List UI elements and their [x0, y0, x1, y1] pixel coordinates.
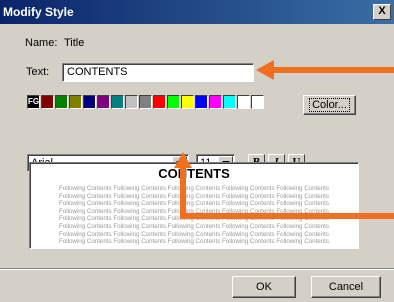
color-swatch[interactable] — [111, 95, 124, 109]
color-swatch[interactable] — [69, 95, 82, 109]
modify-style-dialog: Modify Style X Name: Title Text: CONTENT… — [0, 0, 394, 302]
ok-button[interactable]: OK — [232, 276, 296, 298]
preview-body-text: Following Contents Following Contents Fo… — [59, 185, 329, 246]
dialog-title: Modify Style — [3, 5, 74, 19]
style-preview: CONTENTS Following Contents Following Co… — [29, 162, 359, 249]
fg-color-swatch[interactable]: FG — [27, 95, 40, 109]
text-label: Text: — [26, 66, 50, 78]
color-swatch[interactable] — [97, 95, 110, 109]
color-swatch[interactable] — [55, 95, 68, 109]
color-swatch[interactable] — [209, 95, 222, 109]
color-button-label: Color... — [309, 98, 350, 112]
annotation-arrow-text-field — [256, 60, 394, 80]
annotation-arrows — [174, 60, 394, 219]
name-label: Name: — [25, 37, 58, 49]
color-swatch[interactable] — [195, 95, 208, 109]
separator — [0, 268, 394, 270]
color-swatch[interactable] — [167, 95, 180, 109]
color-button[interactable]: Color... — [303, 95, 356, 115]
color-swatch[interactable] — [41, 95, 54, 109]
preview-title: CONTENTS — [158, 166, 230, 181]
name-value: Title — [64, 37, 85, 49]
color-swatch[interactable] — [83, 95, 96, 109]
color-swatch[interactable] — [181, 95, 194, 109]
color-swatch[interactable] — [139, 95, 152, 109]
title-bar: Modify Style X — [0, 0, 394, 24]
color-swatch[interactable] — [153, 95, 166, 109]
close-button[interactable]: X — [373, 4, 391, 20]
cancel-button[interactable]: Cancel — [311, 276, 381, 298]
color-swatch[interactable] — [223, 95, 236, 109]
color-swatch[interactable] — [125, 95, 138, 109]
text-input[interactable]: CONTENTS — [62, 63, 254, 82]
color-swatch[interactable] — [237, 95, 250, 109]
color-swatch[interactable] — [251, 95, 264, 109]
